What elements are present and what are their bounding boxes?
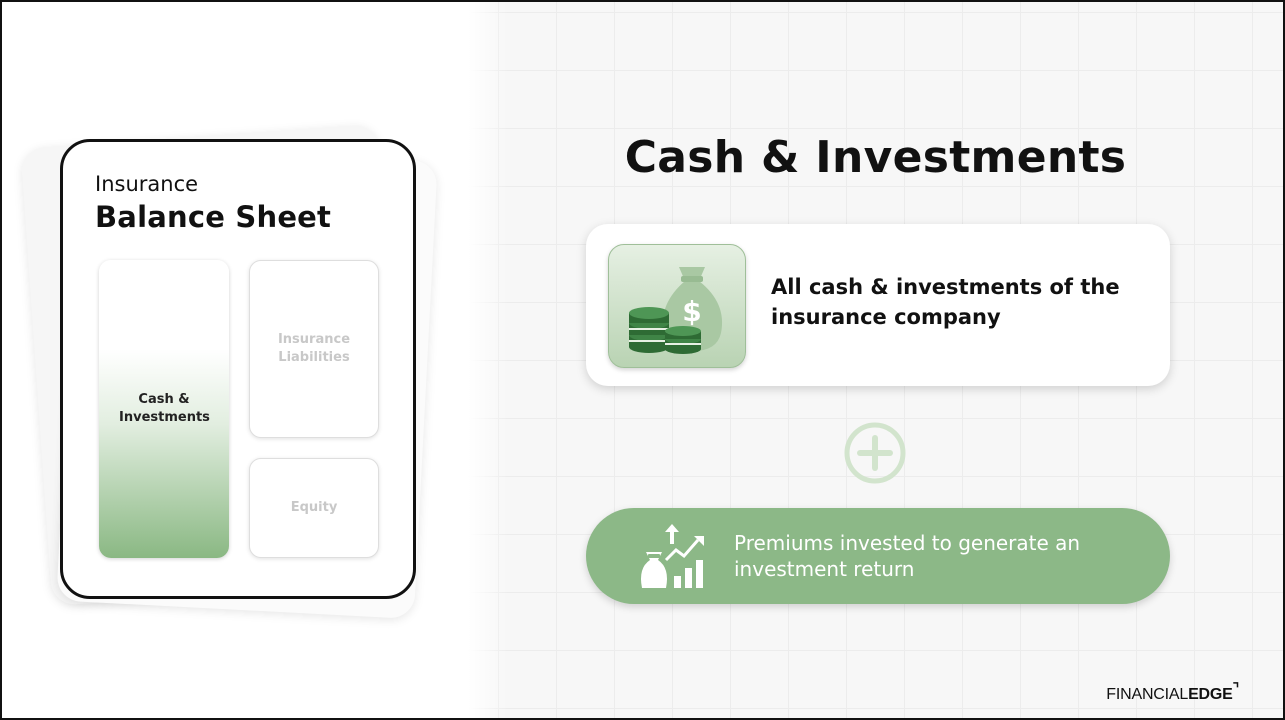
insurance-liabilities-box: Insurance Liabilities: [249, 260, 379, 438]
balance-sheet-card: Insurance Balance Sheet Cash & Investmen…: [60, 139, 416, 599]
money-bag-coins-icon: $: [629, 267, 723, 354]
premiums-pill: Premiums invested to generate an investm…: [586, 508, 1170, 604]
svg-text:$: $: [682, 295, 701, 328]
investment-growth-icon: [641, 524, 704, 588]
brand-light-text: FINANCIAL: [1106, 686, 1189, 703]
cash-investments-box: Cash & Investments: [99, 260, 229, 558]
money-icon-tile: $: [608, 244, 746, 368]
main-title: Cash & Investments: [624, 132, 1127, 183]
cash-investments-label: Cash & Investments: [119, 392, 210, 425]
financial-edge-logo: FINANCIALEDGE⌝: [1106, 680, 1239, 704]
equity-label: Equity: [290, 500, 338, 516]
equity-box: Equity: [249, 458, 379, 558]
balance-sheet-title: Balance Sheet: [95, 200, 332, 234]
brand-corner-icon: ⌝: [1232, 680, 1240, 696]
premiums-text: Premiums invested to generate an investm…: [734, 531, 1081, 581]
slide: Insurance Balance Sheet Cash & Investmen…: [0, 0, 1285, 720]
brand-bold-text: EDGE: [1188, 686, 1233, 703]
info-text: All cash & investments of the insurance …: [771, 275, 1120, 330]
insurance-liabilities-label: Insurance Liabilities: [277, 332, 351, 365]
plus-circle-icon: [844, 422, 906, 484]
info-card: $ All cash & investments of the insuranc…: [586, 224, 1170, 386]
balance-sheet-subtitle: Insurance: [95, 172, 199, 196]
